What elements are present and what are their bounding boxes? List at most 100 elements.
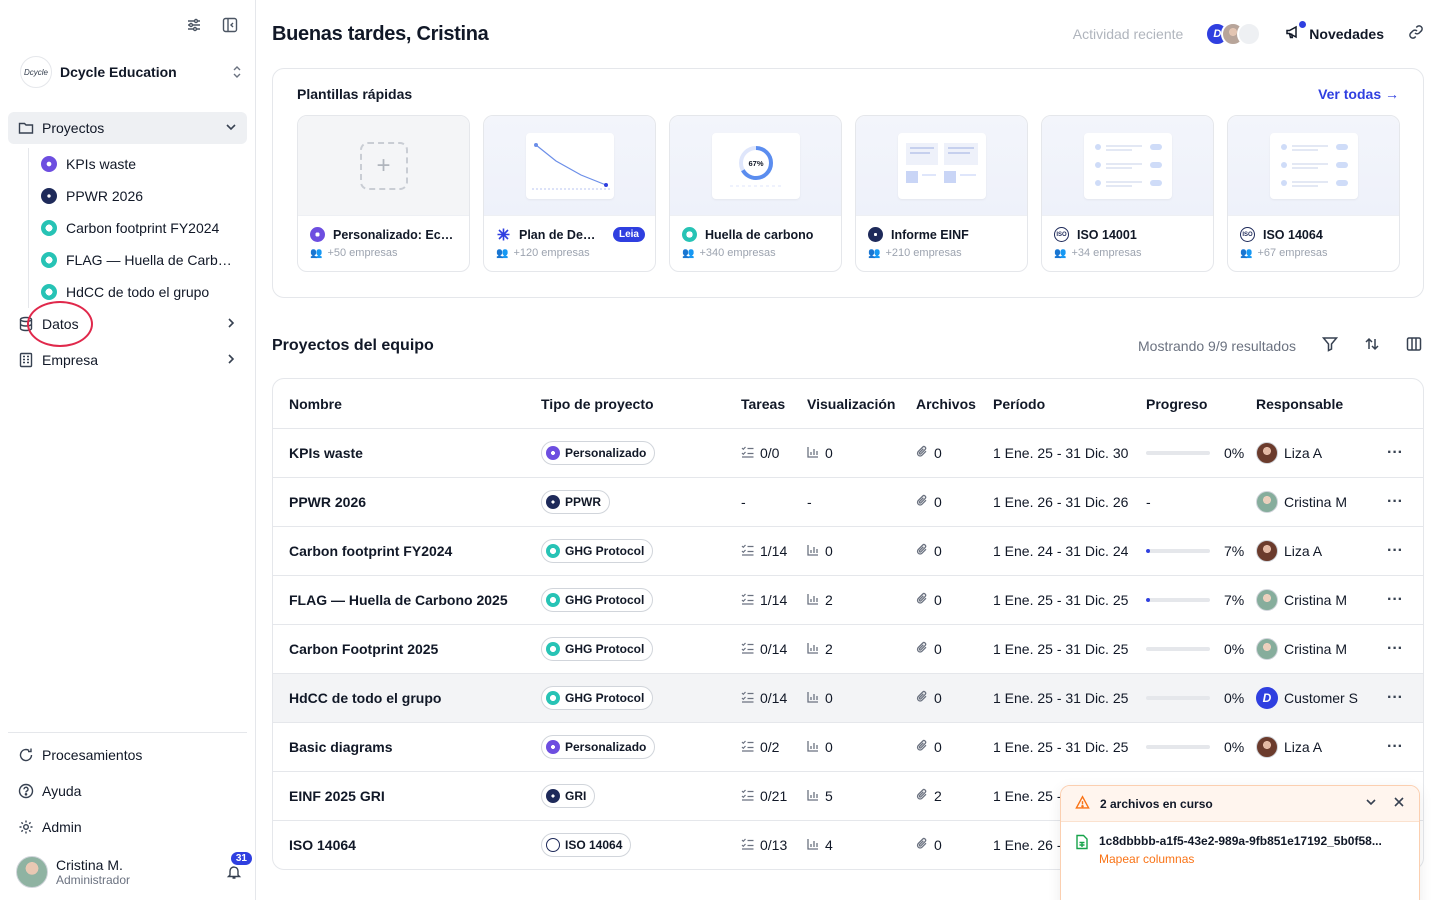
bar-chart-icon (807, 642, 819, 657)
table-row[interactable]: Carbon footprint FY2024 GHG Protocol 1/14 0… (273, 526, 1423, 575)
sidebar-project-item[interactable]: KPIs waste (41, 148, 247, 180)
template-card[interactable]: ISO ISO 14001 👥 +34 empresas (1041, 115, 1214, 272)
tasks-icon (741, 544, 754, 559)
bar-chart-icon (807, 691, 819, 706)
more-options-icon[interactable]: ··· (1387, 478, 1403, 526)
users-icon: 👥 (868, 247, 881, 259)
period-cell: 1 Ene. 25 - 31 Dic. 25 (993, 641, 1129, 657)
template-cards: + Personalizado: Economía... 👥+50 empres… (297, 115, 1400, 272)
sidebar-item-empresa[interactable]: Empresa (8, 344, 247, 376)
tasks-icon (741, 789, 754, 804)
more-options-icon[interactable]: ··· (1387, 527, 1403, 575)
sidebar-project-item[interactable]: FLAG — Huella de Carbono 2025 (41, 244, 247, 276)
table-row[interactable]: HdCC de todo el grupo GHG Protocol 0/14 0 0 1… (273, 673, 1423, 722)
checklist-thumbnail (1083, 132, 1172, 199)
project-name[interactable]: KPIs waste (289, 429, 363, 477)
sidebar-item-ayuda[interactable]: Ayuda (8, 775, 247, 807)
files-cell: 0 (916, 821, 942, 869)
column-header[interactable]: Archivos (916, 379, 976, 428)
template-card[interactable]: Plan de DescarbonizaciónLeia 👥+120 empre… (483, 115, 656, 272)
template-thumbnail (1228, 116, 1399, 216)
template-card[interactable]: 67% Huella de carbono 👥 +340 empresas (669, 115, 842, 272)
sidebar-project-item[interactable]: PPWR 2026 (41, 180, 247, 212)
iso-icon: ISO (1240, 227, 1255, 242)
sidebar-item-proyectos[interactable]: Proyectos (8, 112, 247, 144)
paperclip-icon (916, 592, 928, 608)
collapse-sidebar-icon[interactable] (219, 14, 241, 36)
files-cell: 0 (916, 478, 942, 526)
project-name[interactable]: FLAG — Huella de Carbono 2025 (289, 576, 508, 624)
table-row[interactable]: Carbon Footprint 2025 GHG Protocol 0/14 2 0 1… (273, 624, 1423, 673)
avatar (1256, 491, 1278, 513)
project-name[interactable]: PPWR 2026 (289, 478, 366, 526)
template-card[interactable]: ISO ISO 14064 👥 +67 empresas (1227, 115, 1400, 272)
table-row[interactable]: PPWR 2026 PPWR - - 0 1 Ene. 26 - 31 Dic. 26 - C… (273, 477, 1423, 526)
user-profile[interactable]: Cristina M. Administrador 31 (16, 850, 254, 889)
period-cell: 1 Ene. 26 - 31 Dic. 26 (993, 494, 1129, 510)
table-header-row: Nombre Tipo de proyecto Tareas Visualiza… (273, 379, 1423, 428)
toast-title: 2 archivos en curso (1100, 796, 1213, 811)
more-options-icon[interactable]: ··· (1387, 625, 1403, 673)
chevron-right-icon (225, 353, 237, 368)
sidebar-item-label: Proyectos (42, 120, 105, 136)
close-icon[interactable] (1393, 796, 1405, 811)
project-name[interactable]: Carbon Footprint 2025 (289, 625, 438, 673)
bell-icon[interactable]: 31 (222, 850, 254, 884)
filter-icon[interactable] (1320, 336, 1340, 357)
columns-icon[interactable] (1404, 336, 1424, 357)
map-columns-link[interactable]: Mapear columnas (1099, 852, 1405, 866)
files-cell: 0 (916, 723, 942, 771)
page-header: Buenas tardes, Cristina Actividad recien… (272, 18, 1424, 50)
project-name[interactable]: EINF 2025 GRI (289, 772, 385, 820)
more-options-icon[interactable]: ··· (1387, 674, 1403, 722)
project-name[interactable]: Basic diagrams (289, 723, 393, 771)
personalizado-icon (310, 227, 325, 242)
more-options-icon[interactable]: ··· (1387, 576, 1403, 624)
more-options-icon[interactable]: ··· (1387, 429, 1403, 477)
more-options-icon[interactable]: ··· (1387, 723, 1403, 771)
column-header[interactable]: Nombre (289, 379, 342, 428)
table-row[interactable]: Basic diagrams Personalizado 0/2 0 0 1 Ene. 2… (273, 722, 1423, 771)
project-name[interactable]: ISO 14064 (289, 821, 356, 869)
project-name[interactable]: HdCC de todo el grupo (289, 674, 441, 722)
table-row[interactable]: FLAG — Huella de Carbono 2025 GHG Protoco… (273, 575, 1423, 624)
column-header[interactable]: Tipo de proyecto (541, 379, 654, 428)
user-role: Administrador (56, 873, 131, 887)
avatar (1256, 442, 1278, 464)
period-cell: 1 Ene. 24 - 31 Dic. 24 (993, 543, 1129, 559)
column-header[interactable]: Tareas (741, 379, 785, 428)
settings-sliders-icon[interactable] (183, 14, 205, 36)
recent-activity-link[interactable]: Actividad reciente (1073, 26, 1184, 42)
sort-icon[interactable] (1362, 336, 1382, 357)
sidebar-project-item[interactable]: Carbon footprint FY2024 (41, 212, 247, 244)
template-card[interactable]: Informe EINF 👥 +210 empresas (855, 115, 1028, 272)
novedades-button[interactable]: Novedades (1285, 21, 1384, 44)
recent-avatars[interactable]: D (1205, 22, 1262, 46)
project-type-badge: Personalizado (541, 441, 656, 465)
column-header[interactable]: Período (993, 379, 1045, 428)
paperclip-icon (916, 445, 928, 461)
notification-badge: 31 (228, 850, 254, 867)
project-type-badge: GHG Protocol (541, 637, 654, 661)
project-type-badge: GHG Protocol (541, 686, 654, 710)
organization-switcher[interactable]: Dcycle Dcycle Education (20, 56, 242, 88)
project-list: KPIs waste PPWR 2026 Carbon footprint FY… (28, 148, 247, 308)
column-header[interactable]: Visualización (807, 379, 895, 428)
link-icon[interactable] (1408, 24, 1424, 44)
view-all-link[interactable]: Ver todas → (1318, 86, 1399, 102)
table-row[interactable]: KPIs waste Personalizado 0/0 0 0 1 Ene. 25 - … (273, 428, 1423, 477)
svg-text:67%: 67% (748, 159, 763, 168)
column-header[interactable]: Responsable (1256, 379, 1343, 428)
sidebar-item-admin[interactable]: Admin (8, 811, 247, 843)
app: Dcycle Dcycle Education Proyectos KPIs w… (0, 0, 1440, 900)
template-thumbnail (1042, 116, 1213, 216)
chevron-down-icon[interactable] (225, 121, 237, 136)
paperclip-icon (916, 641, 928, 657)
sidebar-item-procesamientos[interactable]: Procesamientos (8, 739, 247, 771)
paperclip-icon (916, 739, 928, 755)
column-header[interactable]: Progreso (1146, 379, 1207, 428)
project-type-badge: PPWR (541, 490, 610, 514)
chevron-down-icon[interactable] (1365, 796, 1377, 811)
project-name[interactable]: Carbon footprint FY2024 (289, 527, 452, 575)
template-card[interactable]: + Personalizado: Economía... 👥+50 empres… (297, 115, 470, 272)
